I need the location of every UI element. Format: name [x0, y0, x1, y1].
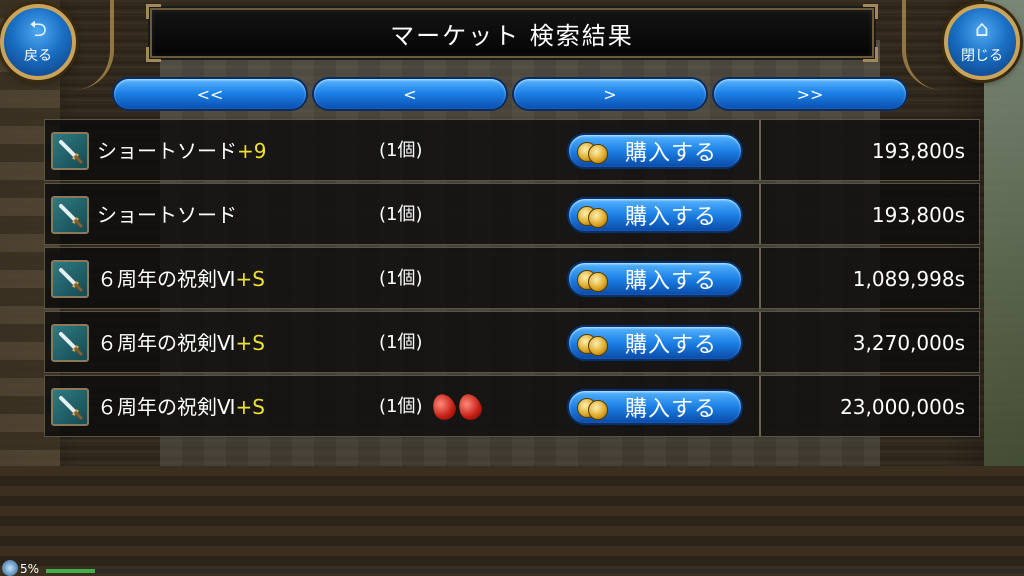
progress-percent: 5%: [20, 562, 40, 576]
column-divider: [759, 120, 761, 180]
frame-corner: [863, 47, 878, 62]
column-divider: [759, 184, 761, 244]
item-name-text: ６周年の祝剣Ⅵ: [97, 267, 236, 291]
sword-icon: [51, 260, 89, 298]
item-quantity: (1個): [379, 396, 423, 417]
frame-corner: [146, 47, 161, 62]
buy-label: 購入する: [625, 397, 718, 422]
pagination: << < > >>: [112, 77, 908, 111]
item-name-text: ショートソード: [97, 203, 237, 227]
item-price: 193,800s: [871, 203, 965, 227]
item-name: ６周年の祝剣Ⅵ+S: [97, 376, 265, 438]
item-name-text: ショートソード: [97, 139, 237, 163]
status-bar: 5%: [0, 560, 1024, 576]
market-result-list: ショートソード+9 (1個) 購入する 193,800s ショートソード (1個) 購入する…: [44, 119, 980, 439]
first-page-button[interactable]: <<: [112, 77, 308, 111]
buy-button[interactable]: 購入する: [567, 133, 743, 169]
loading-orb-icon: [2, 560, 18, 576]
item-name: ６周年の祝剣Ⅵ+S: [97, 312, 265, 374]
item-plus-level: +S: [235, 267, 265, 291]
buy-button[interactable]: 購入する: [567, 197, 743, 233]
buy-label: 購入する: [625, 333, 718, 358]
back-label: 戻る: [24, 48, 52, 64]
market-row: ６周年の祝剣Ⅵ+S (1個) 購入する 23,000,000s: [44, 375, 980, 437]
item-name-text: ６周年の祝剣Ⅵ: [97, 331, 236, 355]
coin-icon: [577, 204, 608, 228]
sword-icon: [51, 132, 89, 170]
frame-corner: [146, 4, 161, 19]
item-name: ショートソード: [97, 184, 237, 246]
item-price: 3,270,000s: [852, 331, 965, 355]
close-label: 閉じる: [961, 48, 1003, 64]
red-gem-icon: [429, 391, 459, 423]
page-title: マーケット 検索結果: [390, 21, 634, 50]
item-quantity: (1個): [379, 204, 423, 225]
column-divider: [759, 376, 761, 436]
progress-track: [46, 569, 1024, 573]
sword-icon: [51, 196, 89, 234]
item-name-text: ６周年の祝剣Ⅵ: [97, 395, 236, 419]
buy-label: 購入する: [625, 205, 718, 230]
market-row: ６周年の祝剣Ⅵ+S (1個) 購入する 3,270,000s: [44, 311, 980, 373]
ornament-right: [902, 0, 946, 90]
frame-corner: [863, 4, 878, 19]
buy-button[interactable]: 購入する: [567, 261, 743, 297]
back-button[interactable]: ⮌ 戻る: [0, 4, 76, 80]
item-plus-level: +S: [235, 331, 265, 355]
progress-fill: [46, 569, 95, 573]
item-plus-level: +S: [235, 395, 265, 419]
red-gem-icon: [455, 391, 485, 423]
next-page-button[interactable]: >: [512, 77, 708, 111]
item-name: ６周年の祝剣Ⅵ+S: [97, 248, 265, 310]
home-icon: ⌂: [975, 17, 989, 42]
return-arrow-icon: ⮌: [29, 17, 47, 42]
buy-label: 購入する: [625, 269, 718, 294]
market-row: ショートソード (1個) 購入する 193,800s: [44, 183, 980, 245]
background-floor: [0, 466, 1024, 576]
coin-icon: [577, 396, 608, 420]
coin-icon: [577, 332, 608, 356]
prev-page-button[interactable]: <: [312, 77, 508, 111]
last-page-button[interactable]: >>: [712, 77, 908, 111]
item-quantity: (1個): [379, 332, 423, 353]
buy-button[interactable]: 購入する: [567, 325, 743, 361]
column-divider: [759, 312, 761, 372]
item-price: 1,089,998s: [852, 267, 965, 291]
sword-icon: [51, 388, 89, 426]
buy-label: 購入する: [625, 141, 718, 166]
coin-icon: [577, 140, 608, 164]
column-divider: [759, 248, 761, 308]
item-quantity: (1個): [379, 268, 423, 289]
market-row: ショートソード+9 (1個) 購入する 193,800s: [44, 119, 980, 181]
item-name: ショートソード+9: [97, 120, 266, 182]
gem-slots: [429, 391, 485, 423]
item-quantity: (1個): [379, 140, 423, 161]
sword-icon: [51, 324, 89, 362]
item-plus-level: +9: [237, 139, 267, 163]
item-price: 193,800s: [871, 139, 965, 163]
buy-button[interactable]: 購入する: [567, 389, 743, 425]
market-row: ６周年の祝剣Ⅵ+S (1個) 購入する 1,089,998s: [44, 247, 980, 309]
title-bar: マーケット 検索結果: [146, 4, 878, 62]
coin-icon: [577, 268, 608, 292]
ornament-left: [70, 0, 114, 90]
item-price: 23,000,000s: [840, 395, 965, 419]
close-button[interactable]: ⌂ 閉じる: [944, 4, 1020, 80]
